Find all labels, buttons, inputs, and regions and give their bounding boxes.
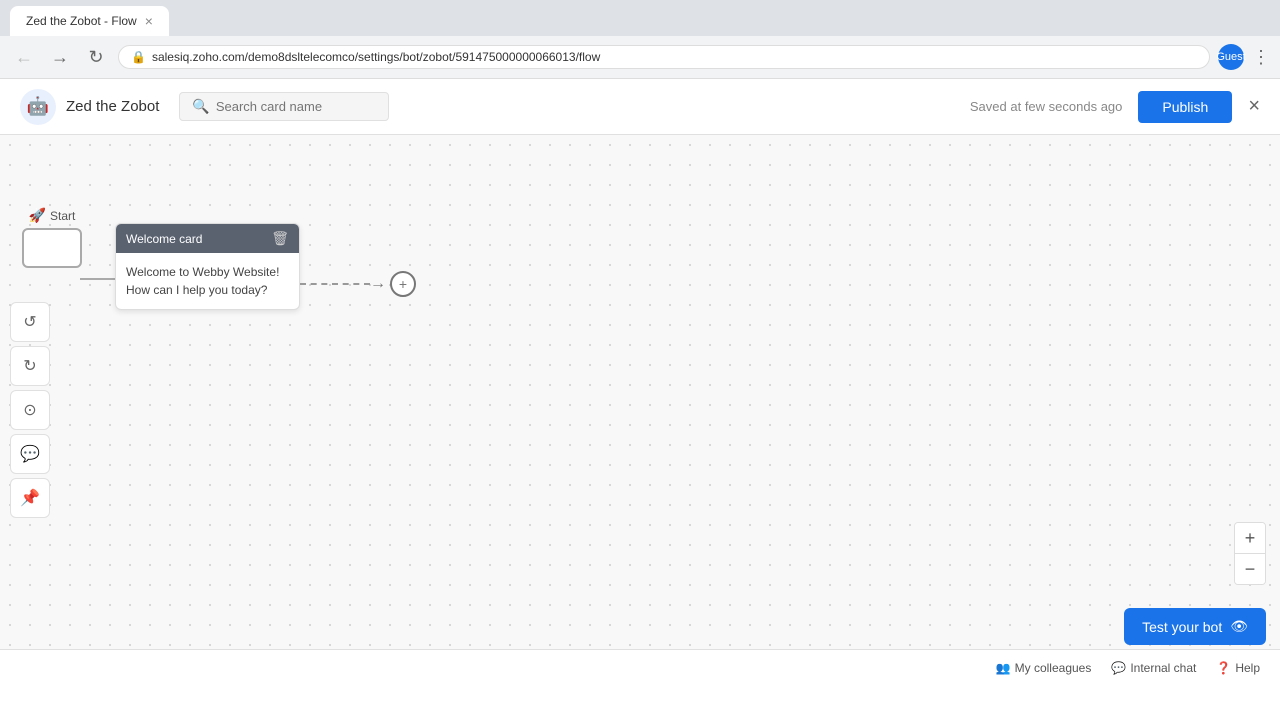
pin-icon: 📌 [20,488,40,508]
search-input[interactable] [216,99,376,114]
card-title: Welcome card [126,232,202,246]
help-item[interactable]: ❓ Help [1216,661,1260,675]
colleagues-item[interactable]: 👥 My colleagues [996,661,1092,675]
arrow-line [80,278,116,280]
start-node: 🚀 Start [22,207,82,268]
redo-button[interactable]: ↻ [10,346,50,386]
zoom-controls: + − [1234,522,1266,585]
browser-menu-icon[interactable]: ⋮ [1252,47,1270,68]
address-bar[interactable]: 🔒 salesiq.zoho.com/demo8dsltelecomco/set… [118,45,1210,69]
url-text: salesiq.zoho.com/demo8dsltelecomco/setti… [152,50,600,64]
publish-button[interactable]: Publish [1138,91,1232,123]
internal-chat-item[interactable]: 💬 Internal chat [1111,661,1196,675]
welcome-card[interactable]: Welcome card 🗑 Welcome to Webby Website!… [115,223,300,310]
header-right: Saved at few seconds ago Publish × [970,91,1260,123]
close-button[interactable]: × [1248,95,1260,118]
left-toolbar: ↺ ↻ ⊙ 💬 📌 [10,302,50,518]
comment-button[interactable]: 💬 [10,434,50,474]
card-delete-icon[interactable]: 🗑 [271,230,289,247]
app-header: 🤖 Zed the Zobot 🔍 Saved at few seconds a… [0,79,1280,135]
back-button[interactable]: ← [10,43,38,71]
forward-button[interactable]: → [46,43,74,71]
internal-chat-label: Internal chat [1130,661,1196,675]
reset-button[interactable]: ⊙ [10,390,50,430]
connector-arrow-icon: → [370,275,386,293]
browser-tab[interactable]: Zed the Zobot - Flow × [10,6,169,36]
start-label: 🚀 Start [29,207,76,224]
add-node-button[interactable]: + [390,271,416,297]
colleagues-icon: 👥 [996,661,1011,675]
refresh-button[interactable]: ↻ [82,43,110,71]
test-bot-label: Test your bot [1142,619,1222,635]
zoom-out-button[interactable]: − [1235,554,1265,584]
dashed-connector: → + [300,271,416,297]
undo-icon: ↺ [23,312,36,332]
help-icon: ❓ [1216,661,1231,675]
help-label: Help [1235,661,1260,675]
redo-icon: ↻ [23,356,36,376]
internal-chat-icon: 💬 [1111,661,1126,675]
test-bot-icon: 👁 [1230,618,1248,635]
search-icon: 🔍 [192,98,209,115]
card-body-text: Welcome to Webby Website! How can I help… [126,263,289,299]
dashed-line [300,283,370,285]
reset-icon: ⊙ [23,400,36,420]
zoom-in-button[interactable]: + [1235,523,1265,553]
pin-button[interactable]: 📌 [10,478,50,518]
colleagues-label: My colleagues [1015,661,1092,675]
canvas-area[interactable]: ↺ ↻ ⊙ 💬 📌 🚀 Start › Welcome card 🗑 [0,135,1280,685]
bot-name: Zed the Zobot [66,98,159,115]
test-bot-button[interactable]: Test your bot 👁 [1124,608,1266,645]
comment-icon: 💬 [20,444,40,464]
tab-title: Zed the Zobot - Flow [26,14,137,28]
profile-label: Guest [1216,51,1245,63]
search-box[interactable]: 🔍 [179,92,388,121]
tab-close-icon[interactable]: × [145,13,153,29]
saved-status: Saved at few seconds ago [970,99,1123,114]
card-body: Welcome to Webby Website! How can I help… [116,253,299,309]
start-box [22,228,82,268]
card-header: Welcome card 🗑 [116,224,299,253]
undo-button[interactable]: ↺ [10,302,50,342]
profile-button[interactable]: Guest [1218,44,1244,70]
bottom-bar: 👥 My colleagues 💬 Internal chat ❓ Help [0,649,1280,685]
bot-avatar: 🤖 [20,89,56,125]
lock-icon: 🔒 [131,50,146,64]
